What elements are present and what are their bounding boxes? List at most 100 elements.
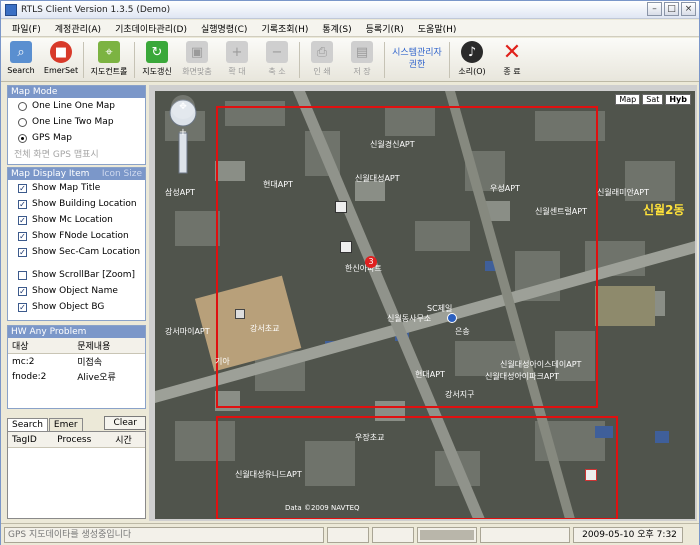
map-update-button[interactable]: ↻ 지도갱신 [137, 38, 177, 80]
check-show-scrollbar[interactable]: Show ScrollBar [Zoom] [8, 267, 145, 283]
speaker-icon: ♪ [461, 41, 483, 63]
check-show-sec-cam-location[interactable]: ✓ Show Sec-Cam Location [8, 244, 145, 260]
map-mode-header: Map Mode [11, 87, 58, 97]
zoom-in-map-icon[interactable]: + [176, 127, 190, 139]
menu-command[interactable]: 실행명령(C) [194, 22, 254, 35]
fullscreen-gps-option: 전체 화면 GPS 맵표시 [14, 149, 99, 160]
toolbar: ⌕ Search ■ EmerSet ⌖ 지도컨트롤 ↻ 지도갱신 ▣ 화면맞춤 + 확 대… [1, 38, 699, 82]
toolbar-separator [83, 42, 84, 78]
check-show-object-name[interactable]: ✓ Show Object Name [8, 283, 145, 299]
status-panel [327, 526, 369, 543]
map-type-sat[interactable]: Sat [642, 94, 664, 105]
map-label: 현대APT [263, 180, 293, 189]
check-show-map-title[interactable]: ✓ Show Map Title [8, 180, 145, 196]
building-marker-icon[interactable] [585, 469, 597, 481]
search-panel: Search Emer Clear TagID Process 시간 [7, 415, 146, 521]
map-label: 신월대성유니드APT [235, 470, 302, 479]
map-control-button[interactable]: ⌖ 지도컨트롤 [86, 38, 132, 80]
map-label: 은송 [455, 327, 470, 336]
emerset-button[interactable]: ■ EmerSet [41, 38, 81, 80]
map-label: 강서지구 [445, 390, 475, 399]
checkbox-checked: ✓ [18, 183, 27, 193]
menu-stats[interactable]: 통계(S) [315, 22, 358, 35]
map-icon: ⌖ [98, 41, 120, 63]
pan-control-icon[interactable]: ✥ [171, 95, 195, 119]
checkbox-checked: ✓ [18, 302, 27, 312]
menu-bar: 파일(F) 계정관리(A) 기초데이타관리(D) 실행명령(C) 기록조회(H)… [1, 20, 699, 37]
map-type-map[interactable]: Map [615, 94, 641, 105]
col-process: Process [53, 432, 112, 448]
col-target: 대상 [8, 338, 74, 354]
menu-history[interactable]: 기록조회(H) [254, 22, 315, 35]
map-display-header: Map Display Item [11, 169, 90, 179]
toolbar-separator [299, 42, 300, 78]
title-bar: RTLS Client Version 1.3.5 (Demo) – □ × [1, 1, 699, 19]
toolbar-separator [449, 42, 450, 78]
building-marker-icon[interactable] [340, 241, 352, 253]
exit-button[interactable]: ✕ 종 료 [492, 38, 532, 80]
map-frame: ✥ + Map Sat Hyb 신월2동 신월대성APT 현대APT 신월경신A… [149, 85, 697, 521]
col-tagid: TagID [8, 432, 54, 448]
radio-gps-map[interactable]: GPS Map [8, 130, 145, 146]
checkbox-unchecked [18, 270, 27, 280]
close-window-button[interactable]: × [681, 2, 696, 16]
map-label: 현대APT [415, 370, 445, 379]
table-row[interactable]: mc:2 미접속 [8, 354, 145, 370]
menu-register[interactable]: 등록기(R) [359, 22, 411, 35]
tab-emer[interactable]: Emer [48, 418, 83, 431]
fit-screen-icon: ▣ [186, 41, 208, 63]
menu-account[interactable]: 계정관리(A) [48, 22, 108, 35]
fit-screen-button[interactable]: ▣ 화면맞춤 [177, 38, 217, 80]
checkbox-checked: ✓ [18, 286, 27, 296]
print-button[interactable]: ⎙ 인 쇄 [302, 38, 342, 80]
window-title: RTLS Client Version 1.3.5 (Demo) [21, 4, 171, 15]
map-label: 신월대성아이스데이APT [500, 360, 582, 369]
district-label: 신월2동 [643, 203, 685, 217]
toolbar-separator [134, 42, 135, 78]
status-message: GPS 지도데이타를 생성중입니다 [4, 526, 324, 543]
printer-icon: ⎙ [311, 41, 333, 63]
hw-problem-group: HW Any Problem 대상 문제내용 mc:2 미접속 fnode:2 Ali… [7, 325, 146, 409]
col-time: 시간 [111, 432, 145, 448]
table-row[interactable]: fnode:2 Alive오류 [8, 369, 145, 384]
status-bar: GPS 지도데이타를 생성중입니다 2009-05-10 오후 7:32 [1, 523, 699, 545]
radio-one-line-two-map[interactable]: One Line Two Map [8, 114, 145, 130]
alert-marker-icon[interactable]: 3 [365, 256, 377, 268]
tab-search[interactable]: Search [7, 418, 48, 431]
floppy-icon: ▤ [351, 41, 373, 63]
map-type-hyb[interactable]: Hyb [665, 94, 691, 105]
map-label: 삼성APT [165, 188, 195, 197]
refresh-icon: ↻ [146, 41, 168, 63]
hw-problem-header: HW Any Problem [11, 327, 87, 337]
map-mode-group: Map Mode One Line One Map One Line Two M… [7, 85, 146, 165]
gps-satellite-map[interactable]: ✥ + Map Sat Hyb 신월2동 신월대성APT 현대APT 신월경신A… [155, 91, 695, 519]
check-show-building-location[interactable]: ✓ Show Building Location [8, 196, 145, 212]
building-marker-icon[interactable] [335, 201, 347, 213]
maximize-button[interactable]: □ [664, 2, 679, 16]
map-label: 신월경신APT [370, 140, 415, 149]
minimize-button[interactable]: – [647, 2, 662, 16]
problem-table: 대상 문제내용 mc:2 미접속 fnode:2 Alive오류 [8, 338, 145, 384]
map-label: 신월센트럴APT [535, 207, 587, 216]
radio-one-line-one-map[interactable]: One Line One Map [8, 98, 145, 114]
zoom-in-button[interactable]: + 확 대 [217, 38, 257, 80]
check-show-object-bg[interactable]: ✓ Show Object BG [8, 299, 145, 315]
status-datetime: 2009-05-10 오후 7:32 [573, 526, 683, 543]
menu-file[interactable]: 파일(F) [5, 22, 48, 35]
zoom-out-icon: − [266, 41, 288, 63]
close-icon: ✕ [502, 39, 522, 65]
search-button[interactable]: ⌕ Search [1, 38, 41, 80]
map-label: 기아 [215, 357, 230, 366]
status-panel [372, 526, 414, 543]
menu-help[interactable]: 도움말(H) [411, 22, 464, 35]
save-button[interactable]: ▤ 저 장 [342, 38, 382, 80]
sound-button[interactable]: ♪ 소리(O) [452, 38, 492, 80]
check-show-mc-location[interactable]: ✓ Show Mc Location [8, 212, 145, 228]
clear-button[interactable]: Clear [104, 416, 146, 430]
zoom-out-button[interactable]: − 축 소 [257, 38, 297, 80]
menu-basedata[interactable]: 기초데이타관리(D) [108, 22, 194, 35]
zoom-in-icon: + [226, 41, 248, 63]
check-show-fnode-location[interactable]: ✓ Show FNode Location [8, 228, 145, 244]
map-display-group: Map Display Item Icon Size ✓ Show Map Titl… [7, 167, 146, 321]
icon-size-label: Icon Size [101, 169, 142, 179]
